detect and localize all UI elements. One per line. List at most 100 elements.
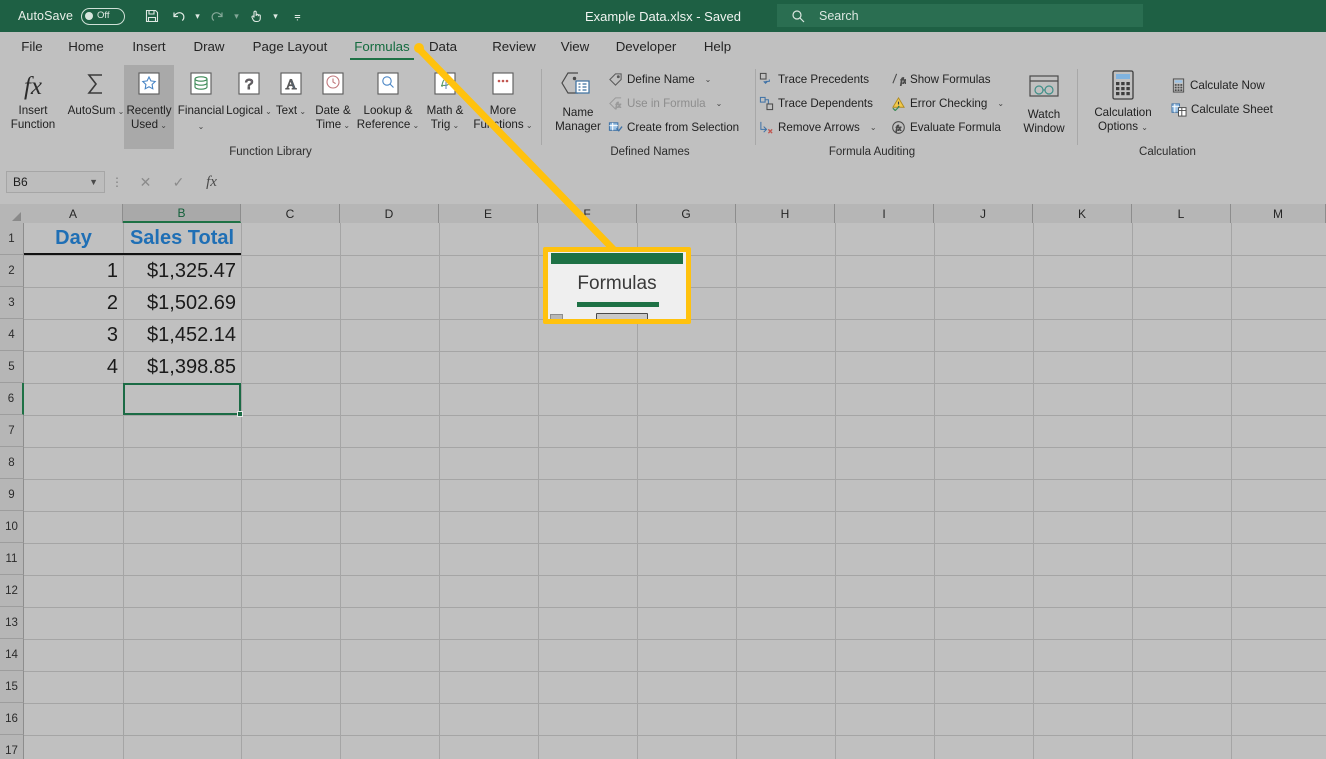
column-header-C[interactable]: C (241, 204, 340, 223)
row-header-16[interactable]: 16 (0, 703, 24, 735)
cell-A1[interactable]: Day (24, 223, 123, 255)
formula-auditing-remove-arrows[interactable]: Remove Arrows ⌄ (759, 117, 877, 137)
column-header-E[interactable]: E (439, 204, 538, 223)
cell-B1[interactable]: Sales Total (123, 223, 241, 255)
ribbon-button-more-functions[interactable]: More Functions ⌄ (468, 65, 538, 149)
cancel-x-icon[interactable]: ✕ (129, 171, 162, 193)
cell-B3[interactable]: $1,502.69 (123, 287, 241, 319)
calculation-options-chevron-down-icon[interactable]: ⌄ (1141, 123, 1148, 132)
tab-review[interactable]: Review (489, 32, 539, 61)
formula-auditing-trace-dependents[interactable]: Trace Dependents (759, 93, 873, 113)
column-header-F[interactable]: F (538, 204, 637, 223)
touch-mode-icon[interactable] (243, 3, 269, 29)
defined-names-create-from-selection[interactable]: Create from Selection (608, 117, 739, 137)
cell-A3[interactable]: 2 (24, 287, 123, 319)
chevron-down-icon[interactable]: ⌄ (198, 122, 205, 131)
tab-page-layout[interactable]: Page Layout (246, 32, 334, 61)
save-icon[interactable] (139, 3, 165, 29)
chevron-down-icon[interactable]: ⌄ (716, 99, 723, 108)
autosave-toggle[interactable]: AutoSave Off (18, 7, 126, 25)
column-header-B[interactable]: B (123, 204, 241, 223)
chevron-down-icon[interactable]: ⌄ (341, 121, 350, 130)
cell-B5[interactable]: $1,398.85 (123, 351, 241, 383)
column-header-M[interactable]: M (1231, 204, 1326, 223)
cell-A2[interactable]: 1 (24, 255, 123, 287)
row-header-5[interactable]: 5 (0, 351, 24, 383)
calculation-options-button[interactable]: Calculation Options ⌄ (1087, 67, 1159, 134)
row-header-4[interactable]: 4 (0, 319, 24, 351)
tab-help[interactable]: Help (701, 32, 734, 61)
formula-bar-options-icon[interactable]: ⋮ (105, 175, 129, 189)
row-header-8[interactable]: 8 (0, 447, 24, 479)
cell-B4[interactable]: $1,452.14 (123, 319, 241, 351)
cell-B2[interactable]: $1,325.47 (123, 255, 241, 287)
calculation-calculate-sheet[interactable]: Calculate Sheet (1171, 99, 1273, 119)
chevron-down-icon[interactable]: ⌄ (997, 99, 1004, 108)
name-box-chevron-down-icon[interactable]: ▼ (89, 177, 98, 187)
row-header-11[interactable]: 11 (0, 543, 24, 575)
column-header-J[interactable]: J (934, 204, 1033, 223)
defined-names-use-in-formula[interactable]: fx Use in Formula ⌄ (608, 93, 722, 113)
formula-auditing-error-checking[interactable]: Error Checking ⌄ (891, 93, 1004, 113)
fill-handle[interactable] (237, 411, 243, 417)
tab-data[interactable]: Data (427, 32, 459, 61)
ribbon-button-date-time[interactable]: Date & Time ⌄ (310, 65, 356, 149)
select-all-corner[interactable] (0, 204, 24, 223)
tab-draw[interactable]: Draw (188, 32, 230, 61)
tab-developer[interactable]: Developer (610, 32, 682, 61)
row-header-15[interactable]: 15 (0, 671, 24, 703)
active-cell-selection[interactable] (123, 383, 243, 417)
undo-chevron-down-icon[interactable]: ▾ (191, 3, 204, 29)
tab-formulas[interactable]: Formulas (350, 32, 414, 61)
row-header-17[interactable]: 17 (0, 735, 24, 759)
column-header-I[interactable]: I (835, 204, 934, 223)
row-header-9[interactable]: 9 (0, 479, 24, 511)
ribbon-button-lookup-reference[interactable]: Lookup & Reference ⌄ (354, 65, 422, 149)
column-header-G[interactable]: G (637, 204, 736, 223)
redo-icon[interactable] (204, 3, 230, 29)
tab-view[interactable]: View (558, 32, 592, 61)
watch-window-button[interactable]: Watch Window (1015, 69, 1073, 135)
chevron-down-icon[interactable]: ⌄ (524, 121, 533, 130)
tab-home[interactable]: Home (63, 32, 109, 61)
chevron-down-icon[interactable]: ⌄ (450, 121, 460, 130)
row-header-6[interactable]: 6 (0, 383, 24, 415)
chevron-down-icon[interactable]: ⌄ (115, 107, 125, 116)
row-header-7[interactable]: 7 (0, 415, 24, 447)
enter-check-icon[interactable]: ✓ (162, 171, 195, 193)
name-box[interactable]: B6 ▼ (6, 171, 105, 193)
cell-A4[interactable]: 3 (24, 319, 123, 351)
touch-mode-chevron-down-icon[interactable]: ▾ (269, 3, 282, 29)
column-header-L[interactable]: L (1132, 204, 1231, 223)
chevron-down-icon[interactable]: ⌄ (158, 121, 167, 130)
autosave-switch[interactable]: Off (81, 7, 126, 25)
chevron-down-icon[interactable]: ⌄ (705, 75, 712, 84)
chevron-down-icon[interactable]: ⌄ (297, 107, 306, 116)
row-header-1[interactable]: 1 (0, 223, 24, 255)
formula-input[interactable] (234, 171, 1318, 193)
column-header-K[interactable]: K (1033, 204, 1132, 223)
ribbon-button-insert-function[interactable]: fx Insert Function (4, 65, 62, 149)
chevron-down-icon[interactable]: ⌄ (410, 121, 420, 130)
insert-function-fx-icon[interactable]: fx (195, 171, 228, 193)
formula-auditing-trace-precedents[interactable]: Trace Precedents (759, 69, 869, 89)
tab-file[interactable]: File (14, 32, 50, 61)
column-header-D[interactable]: D (340, 204, 439, 223)
row-header-10[interactable]: 10 (0, 511, 24, 543)
row-header-3[interactable]: 3 (0, 287, 24, 319)
undo-icon[interactable] (165, 3, 191, 29)
customize-quick-access-toolbar-icon[interactable]: ⩦ (291, 3, 304, 29)
column-header-A[interactable]: A (24, 204, 123, 223)
chevron-down-icon[interactable]: ⌄ (870, 123, 877, 132)
ribbon-button-logical[interactable]: ? Logical ⌄ (226, 65, 272, 149)
ribbon-button-financial[interactable]: Financial ⌄ (175, 65, 227, 149)
row-header-13[interactable]: 13 (0, 607, 24, 639)
calculation-calculate-now[interactable]: Calculate Now (1171, 75, 1265, 95)
tab-insert[interactable]: Insert (126, 32, 172, 61)
row-header-2[interactable]: 2 (0, 255, 24, 287)
ribbon-button-math-trig[interactable]: Math & Trig ⌄ (420, 65, 470, 149)
defined-names-define-name[interactable]: Define Name ⌄ (608, 69, 711, 89)
row-header-14[interactable]: 14 (0, 639, 24, 671)
name-manager-button[interactable]: Name Manager (549, 67, 607, 133)
ribbon-button-autosum[interactable]: AutoSum ⌄ (67, 65, 125, 149)
